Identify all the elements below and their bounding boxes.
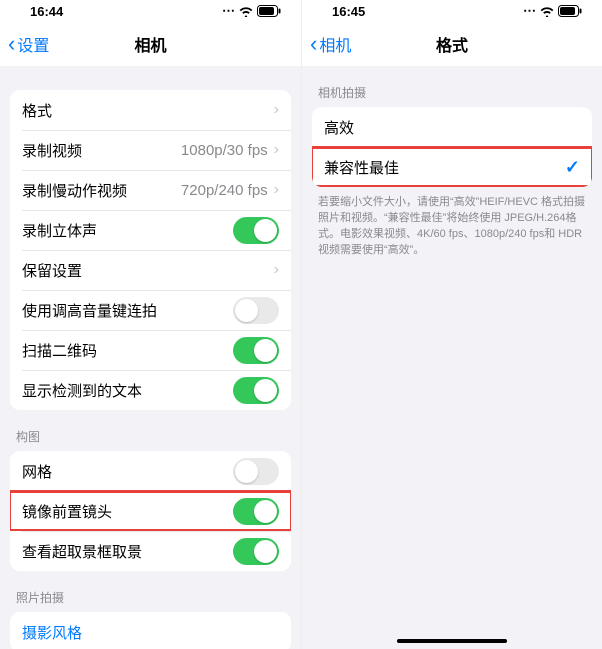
row-label: 查看超取景框取景 xyxy=(22,541,233,562)
nav-bar: ‹ 相机 格式 xyxy=(302,22,602,66)
camera-settings-screen: 16:44 ⋯ ‹ 设置 相机 格式›录制视频1080p/30 fps›录制慢动… xyxy=(0,0,301,649)
section-header: 相机拍摄 xyxy=(302,66,602,107)
section-footer: 若要缩小文件大小，请使用“高效”HEIF/HEVC 格式拍摄照片和视频。“兼容性… xyxy=(302,187,602,259)
battery-icon xyxy=(257,5,281,17)
row-label: 兼容性最佳 xyxy=(324,157,565,178)
status-bar: 16:45 ⋯ xyxy=(302,0,602,22)
row-label: 摄影风格 xyxy=(22,622,279,643)
formats-screen: 16:45 ⋯ ‹ 相机 格式 相机拍摄 高效兼容性最佳✓ 若要缩小文件大小，请… xyxy=(301,0,602,649)
status-time: 16:44 xyxy=(30,4,63,19)
dots-icon: ⋯ xyxy=(222,3,235,19)
battery-icon xyxy=(558,5,582,17)
section-header: 照片拍摄 xyxy=(0,571,301,612)
photographic-styles-row[interactable]: 摄影风格 xyxy=(10,612,291,649)
record-video-row[interactable]: 录制视频1080p/30 fps › xyxy=(10,130,291,170)
status-right: ⋯ xyxy=(523,3,582,19)
row-label: 高效 xyxy=(324,117,580,138)
settings-group: 摄影风格 xyxy=(10,612,291,649)
back-label: 相机 xyxy=(319,32,351,56)
row-label: 镜像前置镜头 xyxy=(22,501,233,522)
row-detail: 1080p/30 fps xyxy=(181,142,268,159)
toggle-switch[interactable] xyxy=(233,377,279,404)
chevron-right-icon: › xyxy=(274,101,279,119)
back-button[interactable]: ‹ 相机 xyxy=(302,32,351,56)
grid-row[interactable]: 网格 xyxy=(10,451,291,491)
status-bar: 16:44 ⋯ xyxy=(0,0,301,22)
back-label: 设置 xyxy=(17,32,49,56)
formats-row[interactable]: 格式› xyxy=(10,90,291,130)
stereo-sound-row[interactable]: 录制立体声 xyxy=(10,210,291,250)
detect-text-row[interactable]: 显示检测到的文本 xyxy=(10,370,291,410)
format-options-group: 高效兼容性最佳✓ xyxy=(312,107,592,187)
scan-qr-row[interactable]: 扫描二维码 xyxy=(10,330,291,370)
switch-knob xyxy=(254,540,277,563)
switch-knob xyxy=(254,339,277,362)
mirror-front-row[interactable]: 镜像前置镜头 xyxy=(10,491,291,531)
toggle-switch[interactable] xyxy=(233,337,279,364)
switch-knob xyxy=(235,299,258,322)
home-indicator[interactable] xyxy=(397,639,507,643)
switch-knob xyxy=(254,219,277,242)
settings-group: 网格镜像前置镜头查看超取景框取景 xyxy=(10,451,291,571)
wifi-icon xyxy=(540,6,554,17)
row-label: 格式 xyxy=(22,100,274,121)
settings-group: 格式›录制视频1080p/30 fps›录制慢动作视频720p/240 fps›… xyxy=(10,90,291,410)
toggle-switch[interactable] xyxy=(233,217,279,244)
content: 相机拍摄 高效兼容性最佳✓ 若要缩小文件大小，请使用“高效”HEIF/HEVC … xyxy=(302,66,602,649)
row-label: 录制视频 xyxy=(22,140,181,161)
toggle-switch[interactable] xyxy=(233,297,279,324)
chevron-right-icon: › xyxy=(274,261,279,279)
row-label: 录制慢动作视频 xyxy=(22,180,181,201)
record-slomo-row[interactable]: 录制慢动作视频720p/240 fps › xyxy=(10,170,291,210)
status-time: 16:45 xyxy=(332,4,365,19)
toggle-switch[interactable] xyxy=(233,538,279,565)
status-right: ⋯ xyxy=(222,3,281,19)
section-header: 构图 xyxy=(0,410,301,451)
check-icon: ✓ xyxy=(565,157,580,178)
view-outside-frame-row[interactable]: 查看超取景框取景 xyxy=(10,531,291,571)
content: 格式›录制视频1080p/30 fps›录制慢动作视频720p/240 fps›… xyxy=(0,66,301,649)
row-label: 保留设置 xyxy=(22,260,274,281)
chevron-right-icon: › xyxy=(274,141,279,159)
switch-knob xyxy=(254,379,277,402)
toggle-switch[interactable] xyxy=(233,458,279,485)
back-button[interactable]: ‹ 设置 xyxy=(0,32,49,56)
switch-knob xyxy=(254,500,277,523)
nav-bar: ‹ 设置 相机 xyxy=(0,22,301,66)
most-compatible-row[interactable]: 兼容性最佳✓ xyxy=(312,147,592,187)
row-label: 录制立体声 xyxy=(22,220,233,241)
chevron-left-icon: ‹ xyxy=(310,33,317,55)
row-detail: 720p/240 fps xyxy=(181,182,268,199)
row-label: 扫描二维码 xyxy=(22,340,233,361)
row-label: 使用调高音量键连拍 xyxy=(22,300,233,321)
high-efficiency-row[interactable]: 高效 xyxy=(312,107,592,147)
switch-knob xyxy=(235,460,258,483)
chevron-right-icon: › xyxy=(274,181,279,199)
row-label: 显示检测到的文本 xyxy=(22,380,233,401)
wifi-icon xyxy=(239,6,253,17)
toggle-switch[interactable] xyxy=(233,498,279,525)
chevron-left-icon: ‹ xyxy=(8,33,15,55)
volume-burst-row[interactable]: 使用调高音量键连拍 xyxy=(10,290,291,330)
row-label: 网格 xyxy=(22,461,233,482)
preserve-settings-row[interactable]: 保留设置› xyxy=(10,250,291,290)
dots-icon: ⋯ xyxy=(523,3,536,19)
